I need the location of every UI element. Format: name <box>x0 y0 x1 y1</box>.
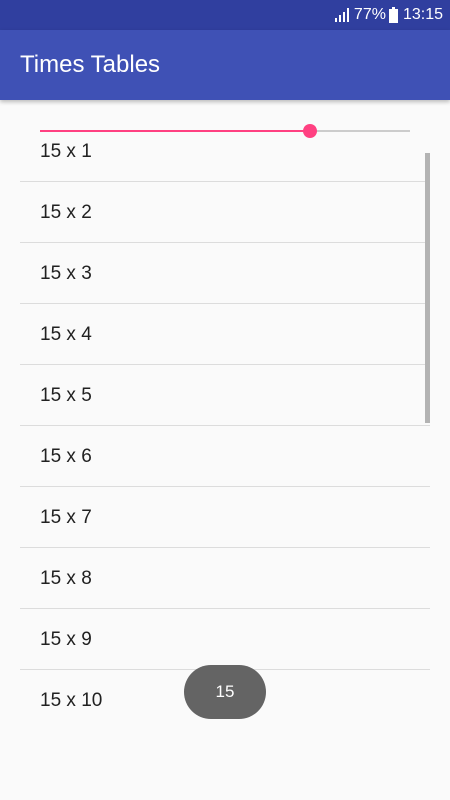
battery-icon <box>388 7 398 23</box>
signal-icon <box>334 8 349 22</box>
list-item-label: 15 x 1 <box>40 141 92 162</box>
toast-message: 15 <box>184 665 266 719</box>
list-item[interactable]: 15 x 2 <box>20 182 430 243</box>
list-item-label: 15 x 7 <box>40 507 92 528</box>
list-item[interactable]: 15 x 8 <box>20 548 430 609</box>
list-item-label: 15 x 9 <box>40 629 92 650</box>
list-item[interactable]: 15 x 3 <box>20 243 430 304</box>
app-bar: Times Tables <box>0 30 450 100</box>
list-item-label: 15 x 5 <box>40 385 92 406</box>
scrollbar[interactable] <box>425 153 430 423</box>
app-title: Times Tables <box>20 51 161 78</box>
list-item-label: 15 x 3 <box>40 263 92 284</box>
list-item-label: 15 x 8 <box>40 568 92 589</box>
list-item[interactable]: 15 x 9 <box>20 609 430 670</box>
list-item[interactable]: 15 x 6 <box>20 426 430 487</box>
list-item-label: 15 x 10 <box>40 690 103 711</box>
list-item-label: 15 x 4 <box>40 324 92 345</box>
times-table-list: 15 x 1 15 x 2 15 x 3 15 x 4 15 x 5 15 x … <box>20 121 430 731</box>
battery-percentage: 77% <box>353 6 386 23</box>
list-item-label: 15 x 2 <box>40 202 92 223</box>
list-item[interactable]: 15 x 7 <box>20 487 430 548</box>
list-item-label: 15 x 6 <box>40 446 92 467</box>
status-indicators: 77% 13:15 <box>334 0 443 30</box>
list-item[interactable]: 15 x 1 <box>20 121 430 182</box>
list-item[interactable]: 15 x 5 <box>20 365 430 426</box>
list-item[interactable]: 15 x 4 <box>20 304 430 365</box>
clock: 13:15 <box>402 6 443 23</box>
status-bar: 77% 13:15 <box>0 0 450 30</box>
